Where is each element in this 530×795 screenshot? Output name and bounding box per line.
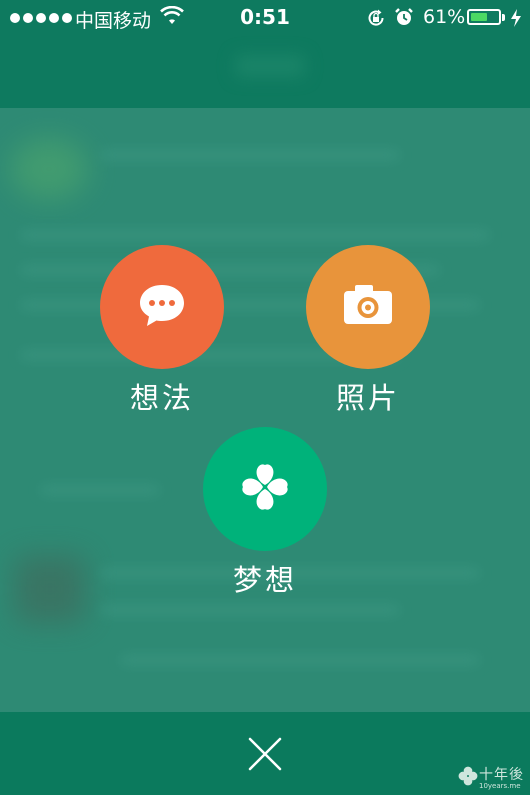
blurred-text-line [120, 655, 480, 665]
close-button[interactable] [245, 734, 285, 774]
clover-icon [237, 459, 293, 519]
dream-label: 梦想 [232, 563, 297, 597]
dream-circle[interactable] [203, 427, 327, 551]
blurred-text-line [100, 605, 400, 615]
watermark-logo: 十年後 10years.me [455, 762, 530, 795]
battery-percent: 61% [423, 6, 466, 28]
battery-fill [471, 13, 487, 21]
alarm-icon [394, 7, 414, 32]
idea-label: 想法 [129, 381, 194, 415]
camera-icon [341, 283, 395, 331]
blurred-title [235, 55, 305, 77]
dream-action-button[interactable]: 梦想 [185, 427, 345, 599]
blurred-avatar [10, 138, 88, 200]
idea-action-button[interactable]: 想法 [82, 245, 242, 417]
blurred-text-line [100, 150, 400, 160]
close-icon [245, 737, 285, 778]
battery-icon [467, 9, 501, 25]
status-bar: 中国移动 0:51 61% [0, 0, 530, 36]
watermark-text: 十年後 [479, 767, 524, 783]
photo-label: 照片 [335, 381, 400, 415]
charging-bolt-icon [510, 8, 522, 33]
battery-tip [502, 14, 505, 21]
bottom-bar [0, 712, 530, 795]
blurred-text-line [20, 230, 490, 240]
photo-circle[interactable] [306, 245, 430, 369]
clover-watermark-icon [457, 765, 479, 791]
blurred-avatar [14, 555, 86, 623]
blurred-text-line [40, 485, 160, 495]
photo-action-button[interactable]: 照片 [288, 245, 448, 417]
speech-bubble-icon [137, 282, 187, 332]
rotation-lock-icon [366, 8, 386, 33]
watermark-subtext: 10years.me [479, 782, 521, 790]
idea-circle[interactable] [100, 245, 224, 369]
